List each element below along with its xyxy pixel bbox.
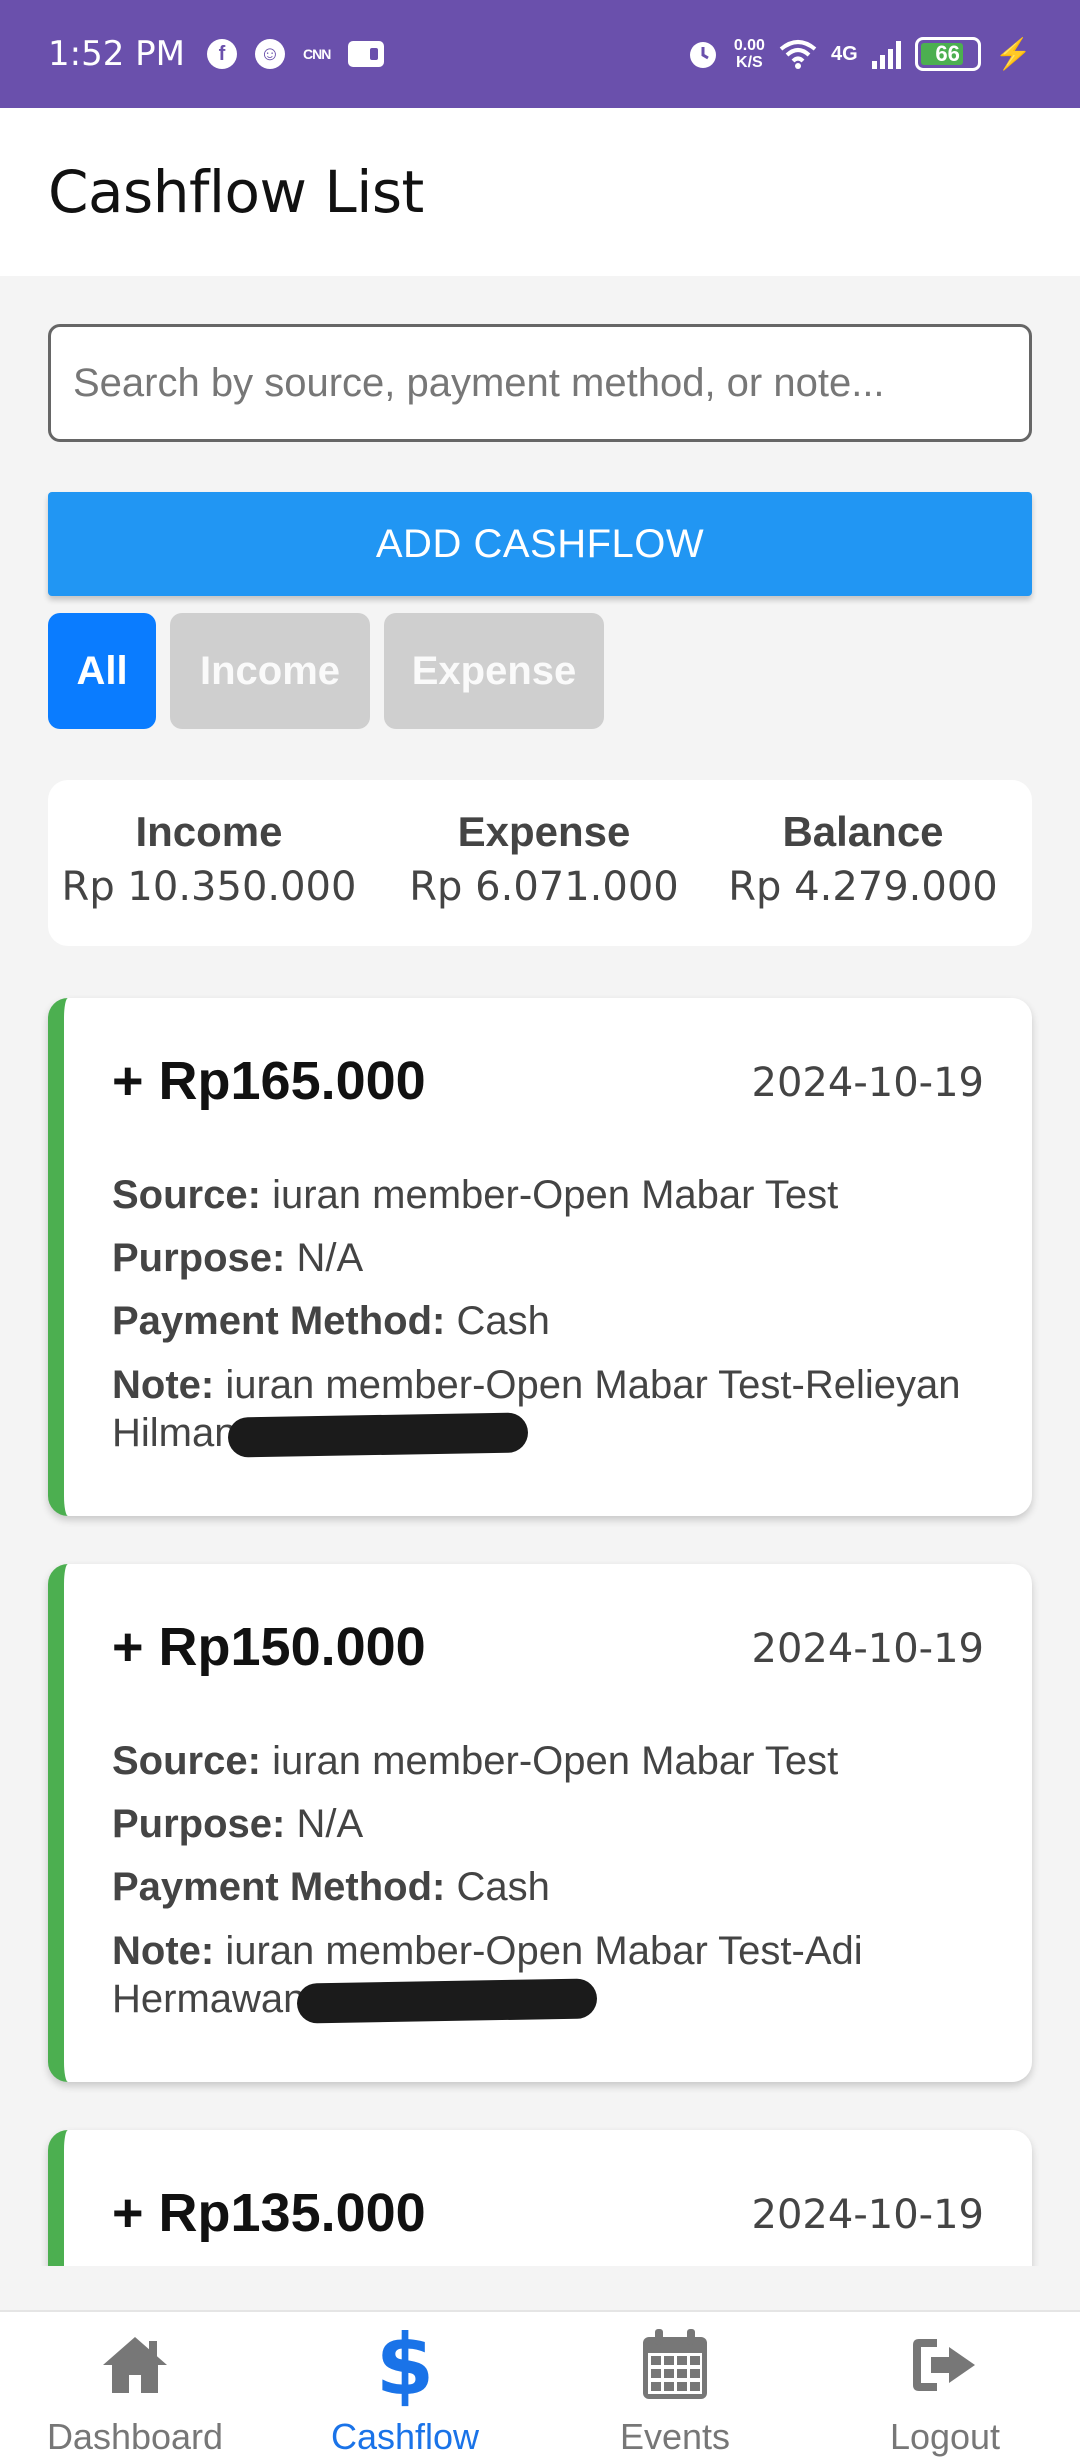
home-icon — [99, 2324, 171, 2406]
wifi-icon — [779, 39, 817, 69]
transaction-source: Source: iuran member-Open Mabar Test — [112, 1730, 984, 1793]
transaction-source: Source: iuran member-Open Mabar Test — [112, 1164, 984, 1227]
transaction-payment-method: Payment Method: Cash — [112, 1290, 984, 1353]
network-type: 4G — [830, 42, 858, 65]
transaction-date: 2024-10-19 — [751, 1060, 984, 1106]
bottom-navigation: Dashboard $ Cashflow Events Logout — [0, 2310, 1080, 2460]
add-cashflow-button[interactable]: ADD CASHFLOW — [48, 492, 1032, 596]
purpose-label: Purpose: — [112, 1236, 286, 1280]
app-bar: Cashflow List — [0, 108, 1080, 276]
network-speed: 0.00 K/S — [734, 37, 765, 71]
transaction-note: Note: iuran member-Open Mabar Test-Adi H… — [112, 1927, 984, 2025]
redaction-mark — [297, 1978, 598, 2025]
purpose-value: N/A — [296, 1802, 364, 1846]
payment-method-label: Payment Method: — [112, 1865, 446, 1909]
alarm-icon — [686, 37, 720, 71]
camera-recording-icon — [348, 41, 385, 67]
summary-expense: Expense Rp 6.071.000 — [394, 780, 694, 946]
transaction-date: 2024-10-19 — [751, 2192, 984, 2238]
purpose-label: Purpose: — [112, 1802, 286, 1846]
cashflow-card[interactable]: + Rp135.000 2024-10-19 — [48, 2130, 1032, 2266]
nav-logout[interactable]: Logout — [810, 2312, 1080, 2460]
logout-icon — [909, 2324, 981, 2406]
page-title: Cashflow List — [48, 158, 424, 226]
transaction-payment-method: Payment Method: Cash — [112, 1856, 984, 1919]
summary-income-value: Rp 10.350.000 — [61, 864, 357, 910]
summary-balance-label: Balance — [782, 808, 944, 855]
source-value: iuran member-Open Mabar Test — [272, 1739, 839, 1783]
status-time: 1:52 PM — [48, 34, 185, 74]
calendar-icon — [639, 2324, 711, 2406]
source-label: Source: — [112, 1173, 261, 1217]
charging-icon: ⚡ — [994, 37, 1032, 71]
purpose-value: N/A — [296, 1236, 364, 1280]
transaction-purpose: Purpose: N/A — [112, 1793, 984, 1856]
nav-cashflow-label: Cashflow — [330, 2416, 480, 2457]
nav-dashboard-label: Dashboard — [46, 2416, 224, 2457]
search-input[interactable] — [48, 324, 1032, 442]
status-bar: 1:52 PM f ☺ CNN 0.00 K/S 4G 66 ⚡ — [0, 0, 1080, 108]
filter-income-chip[interactable]: Income — [170, 613, 370, 729]
facebook-icon: f — [207, 39, 237, 69]
net-speed-unit: K/S — [736, 54, 763, 71]
battery-level: 66 — [935, 41, 960, 66]
note-label: Note: — [112, 1363, 215, 1407]
dollar-icon: $ — [375, 2316, 435, 2414]
transaction-note: Note: iuran member-Open Mabar Test-Relie… — [112, 1361, 984, 1459]
summary-card: Income Rp 10.350.000 Expense Rp 6.071.00… — [48, 780, 1032, 946]
payment-method-value: Cash — [456, 1299, 550, 1343]
cashflow-card[interactable]: + Rp165.000 2024-10-19 Source: iuran mem… — [48, 998, 1032, 1516]
source-value: iuran member-Open Mabar Test — [272, 1173, 839, 1217]
payment-method-value: Cash — [456, 1865, 550, 1909]
filter-all-chip[interactable]: All — [48, 613, 156, 729]
transaction-date: 2024-10-19 — [751, 1626, 984, 1672]
cashflow-card[interactable]: + Rp150.000 2024-10-19 Source: iuran mem… — [48, 1564, 1032, 2082]
summary-income-label: Income — [135, 808, 283, 855]
summary-income: Income Rp 10.350.000 — [24, 780, 394, 946]
payment-method-label: Payment Method: — [112, 1299, 446, 1343]
summary-balance: Balance Rp 4.279.000 — [694, 780, 1032, 946]
app-notification-icon: ☺ — [255, 39, 285, 69]
redaction-mark — [228, 1412, 529, 1459]
filter-chips: All Income Expense — [48, 613, 604, 729]
source-label: Source: — [112, 1739, 261, 1783]
nav-events[interactable]: Events — [540, 2312, 810, 2460]
cashflow-content[interactable]: ADD CASHFLOW All Income Expense Income R… — [0, 276, 1080, 2266]
note-label: Note: — [112, 1929, 215, 1973]
transaction-purpose: Purpose: N/A — [112, 1227, 984, 1290]
cnn-icon: CNN — [303, 46, 331, 62]
nav-logout-label: Logout — [889, 2416, 1001, 2457]
filter-expense-chip[interactable]: Expense — [384, 613, 604, 729]
signal-icon — [871, 39, 901, 69]
nav-cashflow[interactable]: $ Cashflow — [270, 2312, 540, 2460]
summary-expense-value: Rp 6.071.000 — [409, 864, 679, 910]
net-speed-value: 0.00 — [733, 37, 765, 54]
nav-events-label: Events — [619, 2416, 731, 2457]
summary-balance-value: Rp 4.279.000 — [728, 864, 998, 910]
nav-dashboard[interactable]: Dashboard — [0, 2312, 270, 2460]
battery-icon: 66 — [914, 37, 981, 71]
summary-expense-label: Expense — [457, 808, 631, 855]
